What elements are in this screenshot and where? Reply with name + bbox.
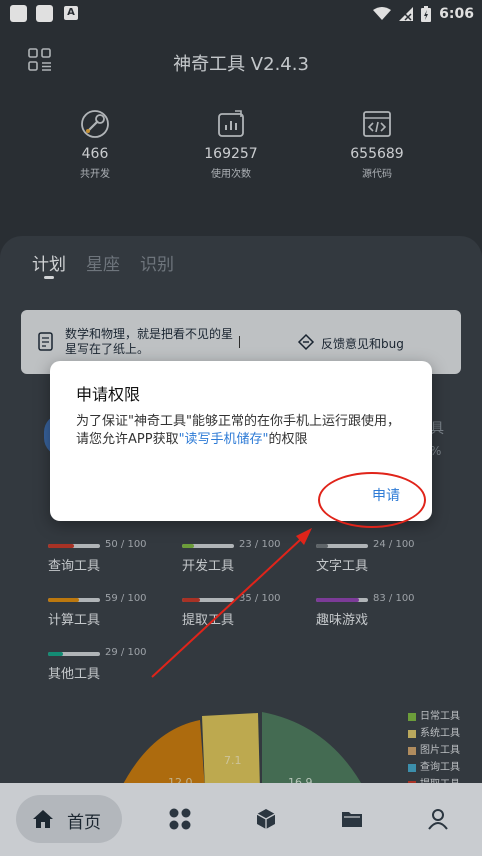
cube-icon[interactable] xyxy=(254,807,278,831)
permission-highlight: "读写手机储存" xyxy=(178,432,269,447)
bottom-nav: 首页 xyxy=(0,783,482,856)
dialog-message: 为了保证"神奇工具"能够正常的在你手机上运行跟使用，请您允许APP获取"读写手机… xyxy=(76,414,400,447)
apps-icon[interactable] xyxy=(168,807,192,831)
folder-icon[interactable] xyxy=(340,807,364,831)
home-icon xyxy=(33,810,53,828)
nav-home-label: 首页 xyxy=(67,813,101,833)
dialog-title: 申请权限 xyxy=(76,385,141,404)
annotation-ellipse xyxy=(318,472,426,528)
nav-home[interactable]: 首页 xyxy=(16,795,122,843)
user-icon[interactable] xyxy=(426,807,450,831)
